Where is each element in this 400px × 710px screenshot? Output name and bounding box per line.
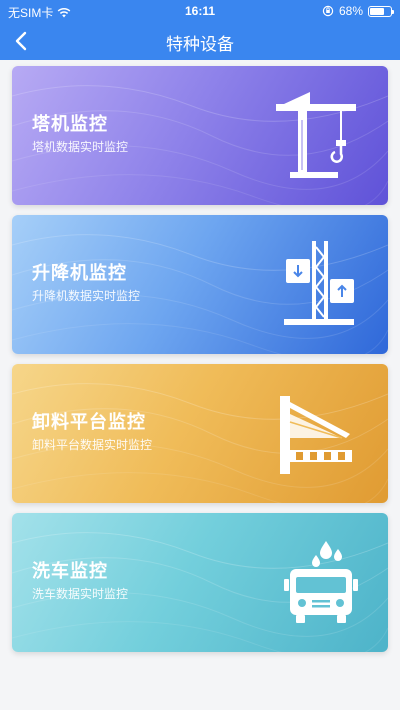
unloading-platform-icon <box>280 396 352 474</box>
battery-percent: 68% <box>338 4 363 18</box>
car-wash-icon <box>284 541 358 623</box>
card-elevator[interactable]: 升降机监控 升降机数据实时监控 <box>12 215 388 354</box>
status-right: 68% <box>322 4 394 18</box>
card-subtitle: 洗车数据实时监控 <box>32 587 129 601</box>
card-subtitle: 升降机数据实时监控 <box>32 289 141 303</box>
card-unloading-platform[interactable]: 卸料平台监控 卸料平台数据实时监控 <box>12 364 388 503</box>
card-subtitle: 塔机数据实时监控 <box>32 140 129 154</box>
card-title: 塔机监控 <box>32 114 108 134</box>
orientation-lock-icon <box>322 5 334 17</box>
card-title: 洗车监控 <box>32 561 108 581</box>
nav-bar: 特种设备 <box>0 22 400 60</box>
card-title: 卸料平台监控 <box>32 412 146 432</box>
elevator-icon <box>284 241 354 325</box>
card-title: 升降机监控 <box>32 263 127 283</box>
card-car-wash[interactable]: 洗车监控 洗车数据实时监控 <box>12 513 388 652</box>
battery-icon <box>368 5 394 17</box>
card-subtitle: 卸料平台数据实时监控 <box>32 438 153 452</box>
top-bar: 无SIM卡 16:11 68% 特种设备 <box>0 0 400 60</box>
tower-crane-icon <box>276 92 356 178</box>
page-title: 特种设备 <box>166 35 234 54</box>
battery-fill <box>370 7 384 15</box>
card-tower-crane[interactable]: 塔机监控 塔机数据实时监控 <box>12 66 388 205</box>
status-bar: 无SIM卡 16:11 68% <box>0 0 400 22</box>
